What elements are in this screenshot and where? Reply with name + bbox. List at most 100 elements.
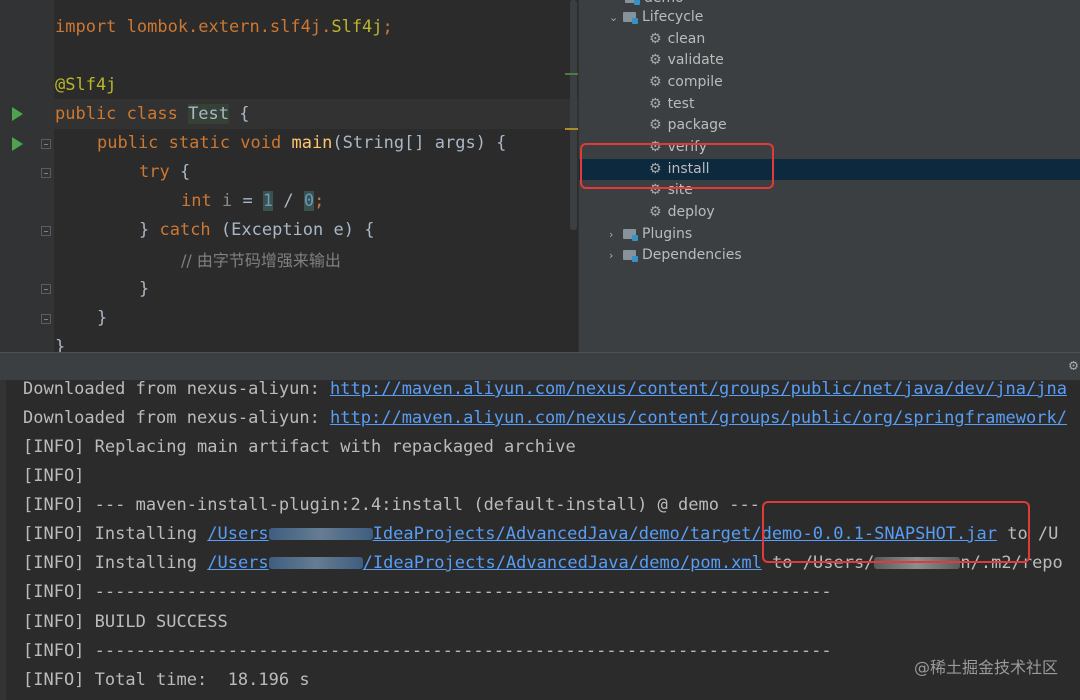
console-text: Downloaded from nexus-aliyun: — [23, 408, 331, 428]
phase-label: validate — [667, 52, 724, 68]
code-line-class-end: } — [55, 333, 65, 352]
gear-icon: ⚙ — [649, 204, 662, 220]
console-line-build-success: [INFO] BUILD SUCCESS — [23, 612, 228, 632]
maven-tool-window[interactable]: demo ⌄ Lifecycle ⚙ clean ⚙ validate ⚙ compil… — [578, 0, 1080, 352]
tree-node-label: Lifecycle — [642, 9, 704, 25]
token-exception: (Exception e) { — [210, 220, 375, 240]
code-line-comment: // 由字节码增强来输出 — [181, 246, 341, 275]
folder-icon — [623, 12, 638, 24]
console-text: [INFO] Installing — [23, 553, 208, 573]
phase-label: package — [667, 117, 727, 133]
console-line: [INFO] --- maven-install-plugin:2.4:inst… — [23, 495, 760, 515]
token-assign: = — [232, 191, 263, 211]
settings-gear-icon[interactable]: ⚙ — [1069, 356, 1078, 374]
tree-node-test[interactable]: ⚙ test — [649, 94, 694, 115]
run-class-icon[interactable] — [12, 107, 23, 121]
token-params: (String[] args) { — [332, 133, 507, 153]
phase-label: test — [667, 96, 695, 112]
token-try: try — [139, 162, 170, 182]
token-divide: / — [273, 191, 304, 211]
module-icon — [625, 0, 640, 5]
code-line-main-end: } — [97, 304, 107, 333]
tree-node-lifecycle[interactable]: ⌄ Lifecycle — [609, 7, 703, 28]
tree-node-label: Plugins — [642, 226, 693, 242]
pom-path-link[interactable]: /IdeaProjects/AdvancedJava/demo/pom.xml — [363, 553, 762, 573]
tree-node-validate[interactable]: ⚙ validate — [649, 50, 724, 71]
code-line-division: int i = 1 / 0; — [181, 187, 324, 216]
tree-node-compile[interactable]: ⚙ compile — [649, 72, 723, 93]
run-console[interactable]: Downloaded from nexus-aliyun: http://mav… — [0, 379, 1080, 700]
console-line: [INFO] ---------------------------------… — [23, 582, 832, 602]
token-semicolon: ; — [382, 17, 393, 37]
token-semicolon: ; — [314, 191, 325, 211]
file-path-link[interactable]: /Users — [207, 553, 268, 573]
token-comment: // 由字节码增强来输出 — [181, 251, 341, 270]
token-brace: } — [139, 279, 150, 299]
fold-try-icon[interactable] — [41, 168, 51, 178]
console-line: [INFO] ---------------------------------… — [23, 641, 832, 661]
code-line-import: import lombok.extern.slf4j.Slf4j; — [55, 13, 393, 42]
code-line-annotation: @Slf4j — [55, 71, 116, 100]
fold-catch-end-icon[interactable] — [41, 284, 51, 294]
token-import: import lombok.extern.slf4j. — [55, 17, 332, 37]
code-line-try: try { — [139, 158, 190, 187]
console-line: Downloaded from nexus-aliyun: http://mav… — [23, 404, 1067, 433]
download-link[interactable]: http://maven.aliyun.com/nexus/content/gr… — [330, 408, 1067, 428]
token-annotation: @Slf4j — [55, 75, 117, 95]
token-modifiers: public static void — [97, 133, 292, 153]
run-main-icon[interactable] — [12, 137, 23, 151]
tree-node-clean[interactable]: ⚙ clean — [649, 29, 705, 50]
tree-node-package[interactable]: ⚙ package — [649, 115, 727, 136]
tree-node-label: Dependencies — [642, 247, 742, 263]
jar-highlight-box — [762, 501, 1030, 563]
console-line: [INFO] — [23, 466, 85, 486]
redacted-username — [268, 557, 363, 569]
code-line-catch: } catch (Exception e) { — [139, 216, 374, 245]
console-line: Downloaded from nexus-aliyun: http://mav… — [23, 375, 1067, 404]
code-line-main: public static void main(String[] args) { — [97, 129, 506, 158]
gear-icon: ⚙ — [649, 96, 662, 112]
fold-main-end-icon[interactable] — [41, 314, 51, 324]
console-gutter — [0, 380, 6, 700]
phase-label: clean — [667, 31, 706, 47]
token-brace: } — [55, 337, 66, 352]
fold-main-icon[interactable] — [41, 139, 51, 149]
folder-icon — [623, 229, 638, 241]
phase-label: compile — [667, 74, 723, 90]
code-line-class: public class Test { — [55, 100, 250, 129]
token-brace: } — [97, 308, 108, 328]
token-brace: { — [169, 162, 191, 182]
redacted-username — [268, 528, 373, 540]
token-num-0: 0 — [303, 191, 315, 211]
tree-node-deploy[interactable]: ⚙ deploy — [649, 202, 715, 223]
phase-label: deploy — [667, 204, 715, 220]
token-slf4j: Slf4j — [331, 17, 383, 37]
chevron-right-icon[interactable]: › — [609, 224, 623, 245]
console-text: [INFO] Installing — [23, 524, 208, 544]
code-editor[interactable]: import lombok.extern.slf4j.Slf4j; @Slf4j… — [0, 0, 578, 352]
token-brace: } — [139, 220, 160, 240]
tree-node-plugins[interactable]: › Plugins — [609, 224, 692, 245]
token-class-name: Test — [188, 104, 230, 124]
download-link[interactable]: http://maven.aliyun.com/nexus/content/gr… — [330, 379, 1067, 399]
install-highlight-box — [580, 143, 774, 189]
token-brace: { — [229, 104, 250, 124]
file-path-link[interactable]: /Users — [207, 524, 268, 544]
token-method-name: main — [291, 133, 333, 153]
editor-scrollbar[interactable] — [570, 0, 577, 230]
gear-icon: ⚙ — [649, 117, 662, 133]
warning-marker — [565, 128, 578, 130]
ok-marker — [565, 73, 578, 75]
tree-node-label: demo — [644, 0, 684, 6]
token-int: int — [181, 191, 222, 211]
chevron-right-icon[interactable]: › — [609, 245, 623, 266]
token-num-1: 1 — [262, 191, 274, 211]
library-icon — [623, 250, 638, 262]
token-var: i — [221, 191, 233, 211]
watermark: @稀土掘金技术社区 — [913, 658, 1058, 677]
console-line: [INFO] Replacing main artifact with repa… — [23, 437, 576, 457]
chevron-down-icon[interactable]: ⌄ — [609, 7, 623, 28]
gear-icon: ⚙ — [649, 52, 662, 68]
tree-node-dependencies[interactable]: › Dependencies — [609, 245, 742, 266]
fold-try-end-icon[interactable] — [41, 226, 51, 236]
